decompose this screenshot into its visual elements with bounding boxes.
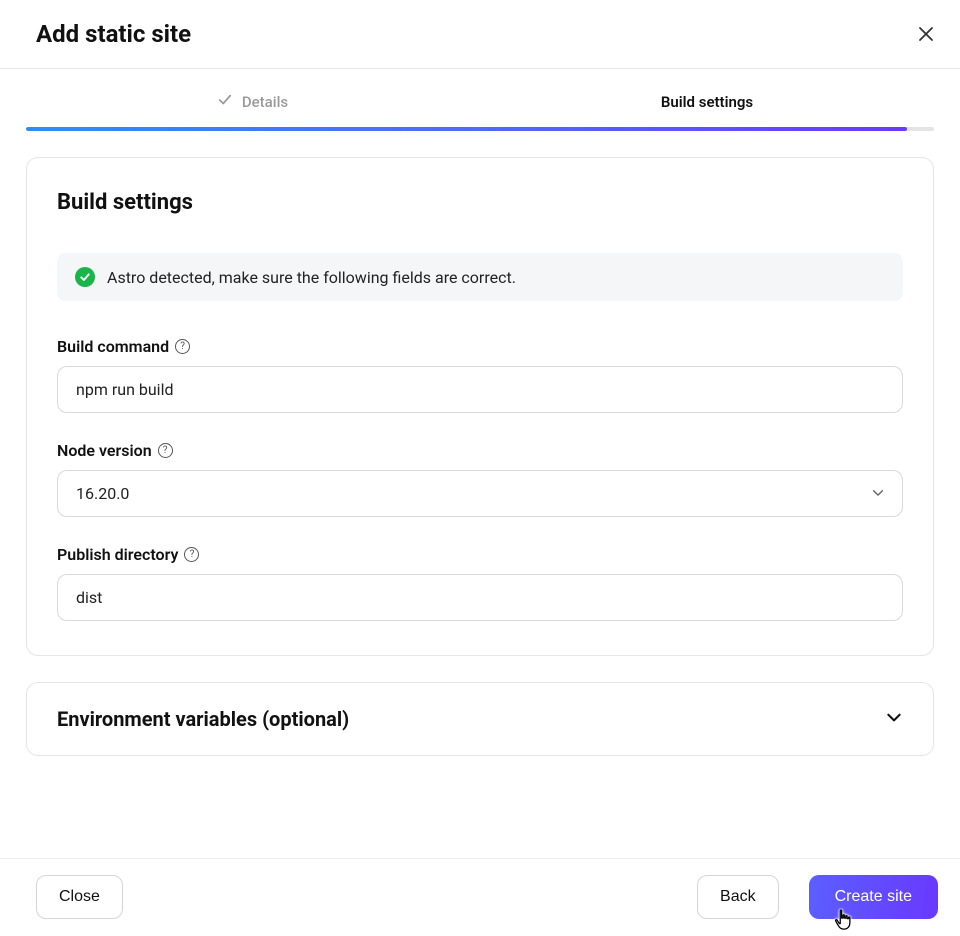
chevron-down-icon [885, 708, 903, 730]
step-label: Build settings [661, 93, 753, 111]
field-build-command: Build command ? [57, 337, 903, 413]
modal-footer: Close Back Create site [0, 858, 960, 935]
node-version-select[interactable]: 16.20.0 [57, 470, 903, 517]
build-command-input[interactable] [57, 366, 903, 413]
progress-track [26, 127, 934, 131]
publish-directory-input[interactable] [57, 574, 903, 621]
step-label: Details [242, 93, 288, 111]
build-settings-card: Build settings Astro detected, make sure… [26, 157, 934, 656]
create-site-button[interactable]: Create site [809, 875, 938, 919]
card-heading: Build settings [57, 190, 903, 215]
back-button[interactable]: Back [697, 875, 779, 919]
step-details[interactable]: Details [26, 93, 480, 127]
env-vars-heading: Environment variables (optional) [57, 707, 349, 731]
check-circle-icon [75, 267, 95, 287]
publish-directory-label: Publish directory [57, 545, 178, 564]
help-icon[interactable]: ? [158, 443, 173, 458]
close-icon[interactable] [916, 24, 936, 44]
env-vars-accordion[interactable]: Environment variables (optional) [26, 682, 934, 756]
info-banner: Astro detected, make sure the following … [57, 253, 903, 301]
check-icon [218, 93, 232, 111]
page-title: Add static site [36, 20, 191, 48]
build-command-label: Build command [57, 337, 169, 356]
node-version-label: Node version [57, 441, 152, 460]
field-publish-directory: Publish directory ? [57, 545, 903, 621]
step-build-settings[interactable]: Build settings [480, 93, 934, 127]
help-icon[interactable]: ? [175, 339, 190, 354]
close-button[interactable]: Close [36, 875, 123, 919]
modal-header: Add static site [0, 0, 960, 69]
field-node-version: Node version ? 16.20.0 [57, 441, 903, 517]
progress-fill [26, 127, 907, 131]
info-banner-text: Astro detected, make sure the following … [107, 268, 516, 287]
stepper: Details Build settings [0, 69, 960, 127]
help-icon[interactable]: ? [184, 547, 199, 562]
